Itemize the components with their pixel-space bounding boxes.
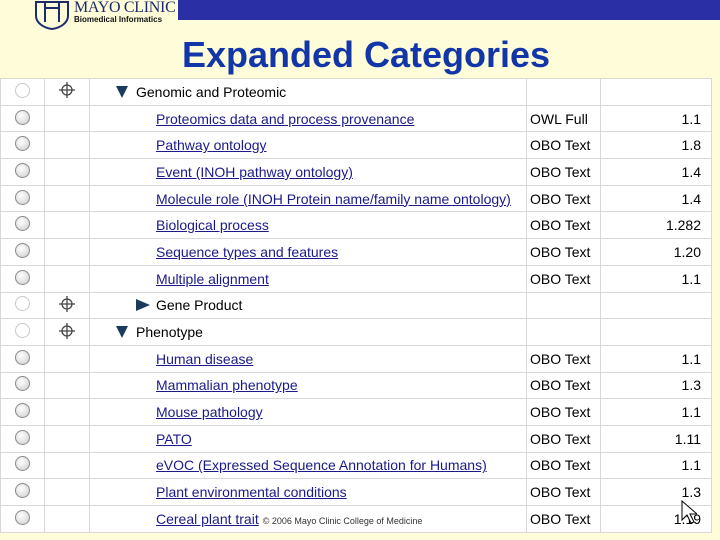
radio-button[interactable]: [15, 403, 30, 419]
radio-button[interactable]: [15, 162, 30, 178]
format-cell: OBO Text: [526, 264, 601, 293]
table-row: Cereal plant trait © 2006 Mayo Clinic Col…: [0, 505, 712, 533]
format-cell: OBO Text: [526, 478, 601, 506]
category-row: Phenotype: [0, 318, 712, 346]
table-row: eVOC (Expressed Sequence Annotation for …: [0, 451, 712, 480]
logo-subtitle: Biomedical Informatics: [74, 15, 163, 24]
shield-logo-icon: [35, 1, 69, 30]
table-row: Pathway ontology OBO Text 1.8: [0, 131, 712, 160]
table-row: Plant environmental conditions OBO Text 1.…: [0, 478, 712, 506]
mouse-cursor-icon: [681, 500, 697, 524]
target-icon[interactable]: [59, 322, 75, 339]
radio-button[interactable]: [15, 296, 30, 312]
ontology-link[interactable]: Multiple alignment: [90, 271, 269, 287]
logo-name: MAYO CLINIC: [74, 0, 176, 16]
radio-button[interactable]: [15, 483, 30, 499]
format-cell: OBO Text: [526, 371, 601, 400]
format-cell: OBO Text: [526, 211, 601, 240]
format-cell: OBO Text: [526, 238, 601, 266]
format-cell: OBO Text: [526, 451, 601, 480]
table-row: Mouse pathology OBO Text 1.1: [0, 398, 712, 426]
table-row: Mammalian phenotype OBO Text 1.3: [0, 371, 712, 400]
version-cell: 1.1: [600, 451, 712, 480]
table-row: Multiple alignment OBO Text 1.1: [0, 264, 712, 293]
format-cell: OBO Text: [526, 398, 601, 426]
page-title: Expanded Categories: [181, 34, 551, 75]
table-row: Sequence types and features OBO Text 1.20: [0, 238, 712, 266]
radio-button[interactable]: [15, 189, 30, 205]
format-cell: OBO Text: [526, 184, 601, 213]
ontology-link[interactable]: Biological process: [90, 217, 269, 233]
ontology-link[interactable]: PATO: [90, 431, 192, 447]
ontology-link[interactable]: Mouse pathology: [90, 404, 263, 420]
ontology-link[interactable]: Sequence types and features: [90, 244, 338, 260]
copyright: © 2006 Mayo Clinic College of Medicine: [262, 515, 423, 526]
category-label[interactable]: Gene Product: [156, 297, 242, 313]
target-icon[interactable]: [59, 82, 75, 99]
table-row: Human disease OBO Text 1.1: [0, 344, 712, 373]
version-cell: 1.8: [600, 131, 712, 160]
radio-button[interactable]: [15, 216, 30, 232]
collapsed-arrow-icon[interactable]: [136, 299, 150, 312]
ontology-link[interactable]: Cereal plant trait: [90, 511, 259, 527]
format-cell: OBO Text: [526, 505, 601, 533]
ontology-link[interactable]: Molecule role (INOH Protein name/family …: [90, 191, 511, 207]
radio-button[interactable]: [15, 242, 30, 258]
category-row: Genomic and Proteomic: [0, 78, 712, 106]
radio-button[interactable]: [15, 376, 30, 392]
format-cell: OBO Text: [526, 131, 601, 160]
version-cell: 1.1: [600, 104, 712, 133]
mayo-logo: MAYO CLINIC Biomedical Informatics: [34, 0, 176, 30]
expanded-triangle-icon[interactable]: [116, 85, 128, 98]
version-cell: 1.4: [600, 184, 712, 213]
version-cell: 1.4: [600, 158, 712, 186]
radio-button[interactable]: [15, 456, 30, 472]
table-row: Biological process OBO Text 1.282: [0, 211, 712, 240]
ontology-link[interactable]: Mammalian phenotype: [90, 377, 298, 393]
header-bar: [178, 0, 720, 20]
version-cell: 1.11: [600, 424, 712, 453]
radio-button[interactable]: [15, 269, 30, 285]
category-label[interactable]: Genomic and Proteomic: [136, 84, 286, 100]
radio-button[interactable]: [15, 82, 30, 98]
radio-button[interactable]: [15, 509, 30, 525]
table-row: Proteomics data and process provenance OW…: [0, 104, 712, 133]
ontology-link[interactable]: eVOC (Expressed Sequence Annotation for …: [90, 457, 487, 473]
expanded-triangle-icon[interactable]: [116, 326, 128, 339]
radio-button[interactable]: [15, 136, 30, 152]
radio-button[interactable]: [15, 109, 30, 125]
ontology-link[interactable]: Plant environmental conditions: [90, 484, 347, 500]
ontology-link[interactable]: Human disease: [90, 351, 253, 367]
category-row: Gene Product: [0, 291, 712, 320]
version-cell: 1.1: [600, 398, 712, 426]
version-cell: 1.1: [600, 264, 712, 293]
format-cell: OBO Text: [526, 158, 601, 186]
table-row: Event (INOH pathway ontology) OBO Text 1.4: [0, 158, 712, 186]
version-cell: 1.1: [600, 344, 712, 373]
radio-button[interactable]: [15, 349, 30, 365]
radio-button[interactable]: [15, 429, 30, 445]
version-cell: 1.3: [600, 371, 712, 400]
ontology-table: Genomic and Proteomic Proteomics data and…: [0, 78, 712, 533]
ontology-link[interactable]: Event (INOH pathway ontology): [90, 164, 353, 180]
radio-button[interactable]: [15, 323, 30, 339]
ontology-link[interactable]: Proteomics data and process provenance: [90, 111, 414, 127]
version-cell: 1.282: [600, 211, 712, 240]
format-cell: OWL Full: [526, 104, 601, 133]
target-icon[interactable]: [59, 295, 75, 312]
ontology-link[interactable]: Pathway ontology: [90, 137, 267, 153]
version-cell: 1.20: [600, 238, 712, 266]
format-cell: OBO Text: [526, 424, 601, 453]
table-row: PATO OBO Text 1.11: [0, 424, 712, 453]
table-row: Molecule role (INOH Protein name/family …: [0, 184, 712, 213]
category-label[interactable]: Phenotype: [136, 324, 203, 340]
format-cell: OBO Text: [526, 344, 601, 373]
